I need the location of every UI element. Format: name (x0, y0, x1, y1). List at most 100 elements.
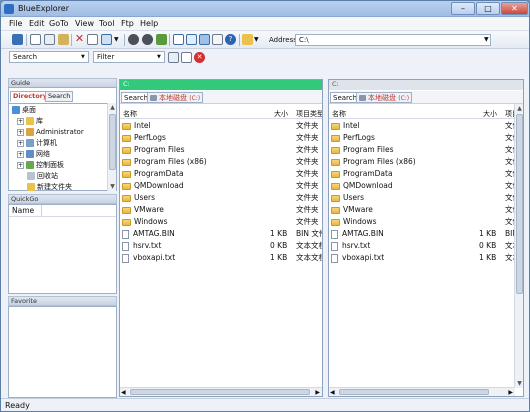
help-icon[interactable]: ? (225, 34, 236, 45)
scroll-down-icon[interactable]: ▼ (108, 182, 117, 191)
size-column[interactable]: 大小 (274, 109, 288, 119)
split-pane-icon[interactable] (186, 34, 197, 45)
back-icon[interactable] (128, 34, 139, 45)
tree-item[interactable]: + 控制面板 (17, 160, 64, 171)
list-item[interactable]: hsrv.txt (122, 240, 161, 252)
scroll-left-icon[interactable]: ◀ (121, 388, 126, 397)
search-input[interactable]: Search (9, 51, 89, 63)
menu-view[interactable]: View (75, 19, 94, 28)
list-item[interactable]: Windows (122, 216, 167, 228)
list-item[interactable]: ProgramData (122, 168, 184, 180)
tree-item[interactable]: 回收站 (27, 171, 58, 182)
maximize-button[interactable]: □ (476, 2, 500, 15)
tree-item[interactable]: 新建文件夹 (27, 182, 72, 192)
scroll-left-icon[interactable]: ◀ (330, 388, 335, 397)
list-item[interactable]: ProgramData (331, 168, 393, 180)
chevron-down-icon[interactable]: ▼ (484, 34, 495, 45)
chevron-down-icon[interactable]: ▼ (81, 54, 85, 60)
title-bar[interactable]: BlueExplorer – □ ✕ (1, 1, 529, 17)
list-item[interactable]: Program Files (122, 144, 185, 156)
save-icon[interactable] (12, 34, 23, 45)
copy-icon[interactable] (44, 34, 55, 45)
expand-icon[interactable]: + (17, 150, 24, 158)
tree-item[interactable]: + 计算机 (17, 138, 57, 149)
new-file-icon[interactable] (87, 34, 98, 45)
tab-search[interactable]: Search (45, 91, 74, 102)
list-item[interactable]: VMware (122, 204, 164, 216)
details-view-icon[interactable] (199, 34, 210, 45)
search-go-icon[interactable] (168, 52, 179, 63)
filter-input[interactable]: Filter (93, 51, 165, 63)
list-item[interactable]: Intel (331, 120, 360, 132)
expand-icon[interactable]: + (17, 128, 24, 136)
size-column[interactable]: 大小 (483, 109, 497, 119)
menu-tool[interactable]: Tool (99, 19, 115, 28)
scroll-thumb[interactable] (109, 114, 116, 170)
menu-help[interactable]: Help (140, 19, 158, 28)
left-horizontal-scrollbar[interactable]: ◀ ▶ (120, 387, 322, 396)
left-file-pane[interactable]: C: Search 本地磁盘 (C:) 名称 大小 项目类型 Intel Per… (119, 79, 323, 397)
expand-icon[interactable]: + (17, 161, 24, 169)
tab-local-disk[interactable]: 本地磁盘 (C:) (147, 92, 204, 103)
list-item[interactable]: Program Files (x86) (122, 156, 207, 168)
quickgo-column-header[interactable]: Name (9, 205, 116, 217)
chevron-down-icon[interactable]: ▼ (254, 34, 265, 45)
up-folder-icon[interactable] (156, 34, 167, 45)
scroll-down-icon[interactable]: ▼ (515, 379, 524, 388)
scroll-up-icon[interactable]: ▲ (108, 103, 117, 112)
expand-icon[interactable]: + (17, 139, 24, 147)
tree-item[interactable]: + 网络 (17, 149, 50, 160)
name-column[interactable]: 名称 (332, 109, 346, 119)
list-item[interactable]: Program Files (x86) (331, 156, 416, 168)
list-item[interactable]: AMTAG.BIN (122, 228, 175, 240)
list-item[interactable]: QMDownload (331, 180, 393, 192)
folder-icon[interactable] (242, 34, 253, 45)
scroll-thumb[interactable] (516, 114, 523, 294)
list-item[interactable]: Windows (331, 216, 376, 228)
minimize-button[interactable]: – (451, 2, 475, 15)
forward-icon[interactable] (142, 34, 153, 45)
clear-search-icon[interactable]: ✕ (194, 52, 205, 63)
chevron-down-icon[interactable]: ▼ (157, 54, 161, 60)
column-divider[interactable] (41, 205, 42, 216)
type-column[interactable]: 项目类型 (296, 109, 322, 119)
address-input[interactable]: C:\ (295, 34, 491, 46)
list-item[interactable]: vboxapi.txt (331, 252, 384, 264)
scroll-right-icon[interactable]: ▶ (315, 388, 320, 397)
guide-scrollbar[interactable]: ▲ ▼ (107, 103, 116, 191)
scroll-thumb[interactable] (130, 389, 310, 395)
list-item[interactable]: QMDownload (122, 180, 184, 192)
scroll-right-icon[interactable]: ▶ (508, 388, 513, 397)
list-item[interactable]: hsrv.txt (331, 240, 370, 252)
view-mode-icon[interactable] (101, 34, 112, 45)
cut-icon[interactable] (30, 34, 41, 45)
tab-local-disk[interactable]: 本地磁盘 (C:) (356, 92, 413, 103)
single-pane-icon[interactable] (173, 34, 184, 45)
right-pane-path[interactable]: C: (329, 80, 523, 90)
name-column[interactable]: Name (12, 206, 34, 215)
list-item[interactable]: vboxapi.txt (122, 252, 175, 264)
close-button[interactable]: ✕ (501, 2, 528, 15)
scroll-up-icon[interactable]: ▲ (515, 104, 524, 113)
tree-item[interactable]: + Administrator (17, 127, 84, 138)
list-item[interactable]: Program Files (331, 144, 394, 156)
right-horizontal-scrollbar[interactable]: ◀ ▶ (329, 387, 515, 396)
right-file-pane[interactable]: C: Search 本地磁盘 (C:) 名称 大小 项目类型 Intel Per… (328, 79, 524, 397)
list-item[interactable]: PerfLogs (331, 132, 375, 144)
list-item[interactable]: Users (331, 192, 364, 204)
search-options-icon[interactable] (181, 52, 192, 63)
paste-icon[interactable] (58, 34, 69, 45)
menu-file[interactable]: File (9, 19, 22, 28)
properties-icon[interactable] (212, 34, 223, 45)
expand-icon[interactable]: + (17, 117, 24, 125)
menu-goto[interactable]: GoTo (49, 19, 69, 28)
left-pane-path[interactable]: C: (120, 80, 322, 90)
list-item[interactable]: PerfLogs (122, 132, 166, 144)
delete-icon[interactable]: ✕ (74, 33, 85, 45)
list-item[interactable]: VMware (331, 204, 373, 216)
tree-item[interactable]: + 库 (17, 116, 43, 127)
menu-edit[interactable]: Edit (29, 19, 45, 28)
scroll-thumb[interactable] (339, 389, 489, 395)
list-item[interactable]: AMTAG.BIN (331, 228, 384, 240)
name-column[interactable]: 名称 (123, 109, 137, 119)
